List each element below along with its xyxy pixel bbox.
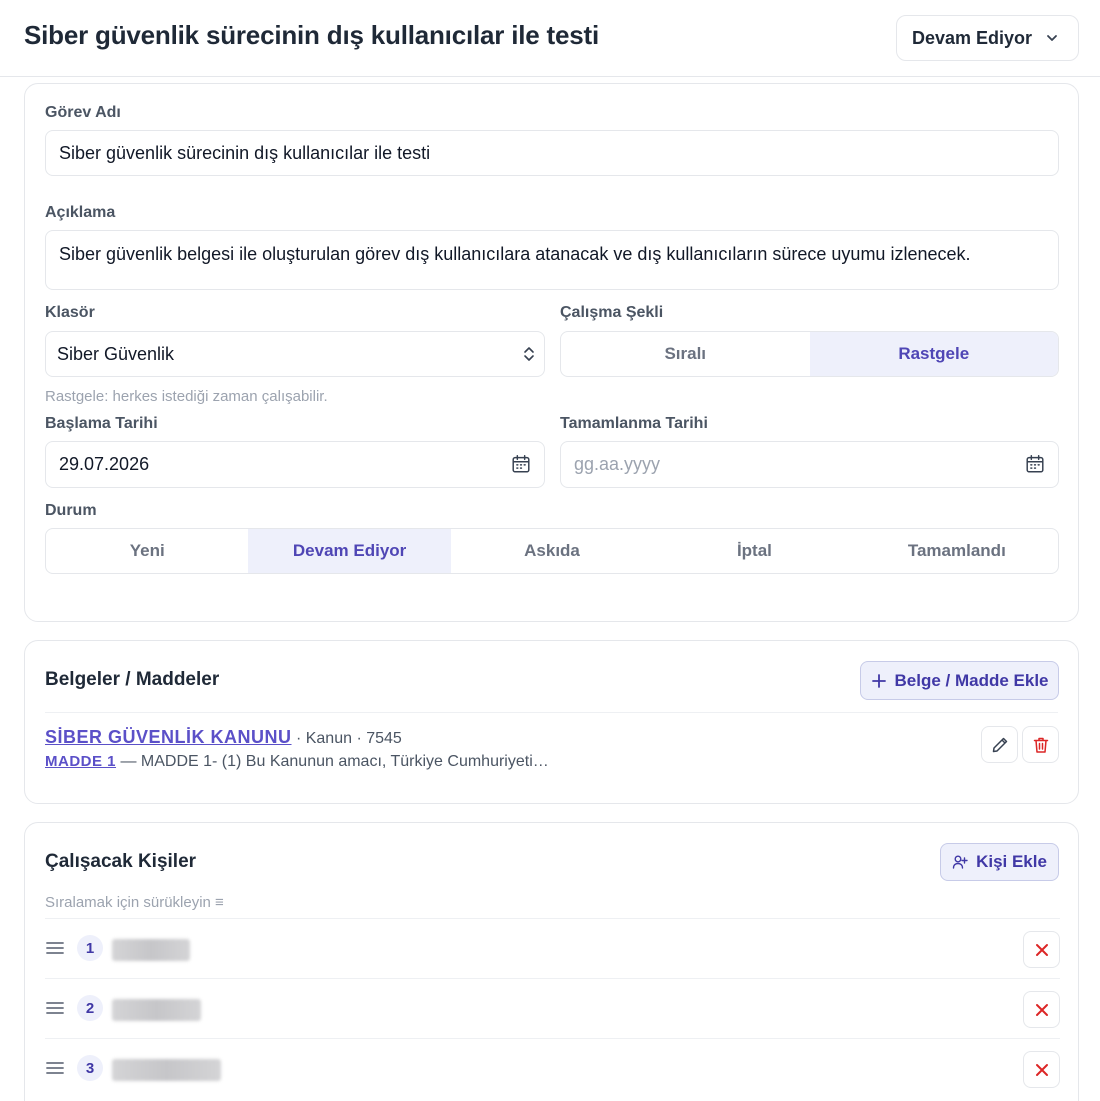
work-mode-option-rastgele[interactable]: Rastgele <box>809 332 1058 376</box>
end-date-placeholder: gg.aa.yyyy <box>574 454 661 474</box>
people-title: Çalışacak Kişiler <box>45 851 197 872</box>
page-title: Siber güvenlik sürecinin dış kullanıcıla… <box>24 20 600 50</box>
drag-handle-icon[interactable] <box>45 1059 65 1077</box>
drag-handle-icon[interactable] <box>45 999 65 1017</box>
documents-title: Belgeler / Maddeler <box>45 669 220 690</box>
status-option-askida[interactable]: Askıda <box>451 529 653 573</box>
person-name-redacted <box>112 939 190 961</box>
work-mode-toggle: Sıralı Rastgele <box>560 331 1059 377</box>
person-row: 2 <box>45 978 1060 1038</box>
add-document-label: Belge / Madde Ekle <box>894 670 1049 690</box>
edit-document-button[interactable] <box>981 726 1018 763</box>
start-date-input[interactable]: 29.07.2026 <box>45 441 545 488</box>
work-mode-option-sirali[interactable]: Sıralı <box>561 332 810 376</box>
page-header: Siber güvenlik sürecinin dış kullanıcıla… <box>0 0 1100 77</box>
status-option-iptal[interactable]: İptal <box>653 529 855 573</box>
end-date-input[interactable]: gg.aa.yyyy <box>560 441 1059 488</box>
status-option-yeni[interactable]: Yeni <box>46 529 248 573</box>
description-label: Açıklama <box>45 204 116 221</box>
document-article-line: MADDE 1 — MADDE 1- (1) Bu Kanunun amacı,… <box>45 753 549 771</box>
work-mode-hint: Rastgele: herkes istediği zaman çalışabi… <box>45 388 328 405</box>
drag-hint: Sıralamak için sürükleyin ≡ <box>45 894 224 911</box>
add-document-button[interactable]: Belge / Madde Ekle <box>860 661 1059 700</box>
document-link[interactable]: SİBER GÜVENLİK KANUNU <box>45 727 292 747</box>
chevron-down-icon <box>1047 35 1057 41</box>
remove-person-button[interactable] <box>1023 931 1060 968</box>
person-name-redacted <box>112 1059 221 1081</box>
close-icon <box>1035 1063 1048 1076</box>
folder-label: Klasör <box>45 304 95 321</box>
delete-document-button[interactable] <box>1022 726 1059 763</box>
close-icon <box>1035 1003 1048 1016</box>
remove-person-button[interactable] <box>1023 991 1060 1028</box>
documents-card: Belgeler / Maddeler Belge / Madde Ekle S… <box>24 640 1079 804</box>
person-row: 1 <box>45 918 1060 978</box>
order-badge: 2 <box>77 995 103 1021</box>
article-link[interactable]: MADDE 1 <box>45 753 116 770</box>
task-name-input[interactable]: Siber güvenlik sürecinin dış kullanıcıla… <box>45 130 1059 176</box>
pencil-icon <box>992 737 1007 752</box>
start-date-label: Başlama Tarihi <box>45 415 158 432</box>
status-option-devam-ediyor[interactable]: Devam Ediyor <box>248 529 451 573</box>
status-label: Durum <box>45 502 97 519</box>
order-badge: 3 <box>77 1055 103 1081</box>
person-name-redacted <box>112 999 201 1021</box>
status-dropdown-label: Devam Ediyor <box>912 27 1033 48</box>
task-name-label: Görev Adı <box>45 104 121 121</box>
add-person-button[interactable]: Kişi Ekle <box>940 843 1059 881</box>
divider <box>45 712 1058 713</box>
people-card: Çalışacak Kişiler Kişi Ekle Sıralamak iç… <box>24 822 1079 1101</box>
person-row: 3 <box>45 1038 1060 1098</box>
folder-select-value: Siber Güvenlik <box>57 343 175 364</box>
start-date-value: 29.07.2026 <box>59 454 150 474</box>
status-toggle: Yeni Devam Ediyor Askıda İptal Tamamland… <box>45 528 1059 574</box>
close-icon <box>1035 943 1048 956</box>
select-arrows-icon <box>524 347 534 361</box>
trash-icon <box>1033 737 1048 753</box>
status-dropdown[interactable]: Devam Ediyor <box>896 15 1079 61</box>
end-date-label: Tamamlanma Tarihi <box>560 415 708 432</box>
description-textarea[interactable]: Siber güvenlik belgesi ile oluşturulan g… <box>45 230 1059 290</box>
article-excerpt: — MADDE 1- (1) Bu Kanunun amacı, Türkiye… <box>116 753 549 770</box>
remove-person-button[interactable] <box>1023 1051 1060 1088</box>
status-option-tamamlandi[interactable]: Tamamlandı <box>856 529 1058 573</box>
user-plus-icon <box>952 855 968 869</box>
add-person-label: Kişi Ekle <box>976 852 1047 871</box>
folder-select[interactable]: Siber Güvenlik <box>45 331 545 377</box>
document-meta: · Kanun · 7545 <box>291 730 402 747</box>
order-badge: 1 <box>77 935 103 961</box>
drag-handle-icon[interactable] <box>45 939 65 957</box>
document-item: SİBER GÜVENLİK KANUNU · Kanun · 7545 <box>45 727 402 748</box>
calendar-icon[interactable] <box>1024 453 1046 475</box>
calendar-icon[interactable] <box>510 453 532 475</box>
work-mode-label: Çalışma Şekli <box>560 304 664 321</box>
plus-icon <box>871 673 886 688</box>
task-form-card: Görev Adı Siber güvenlik sürecinin dış k… <box>24 83 1079 622</box>
